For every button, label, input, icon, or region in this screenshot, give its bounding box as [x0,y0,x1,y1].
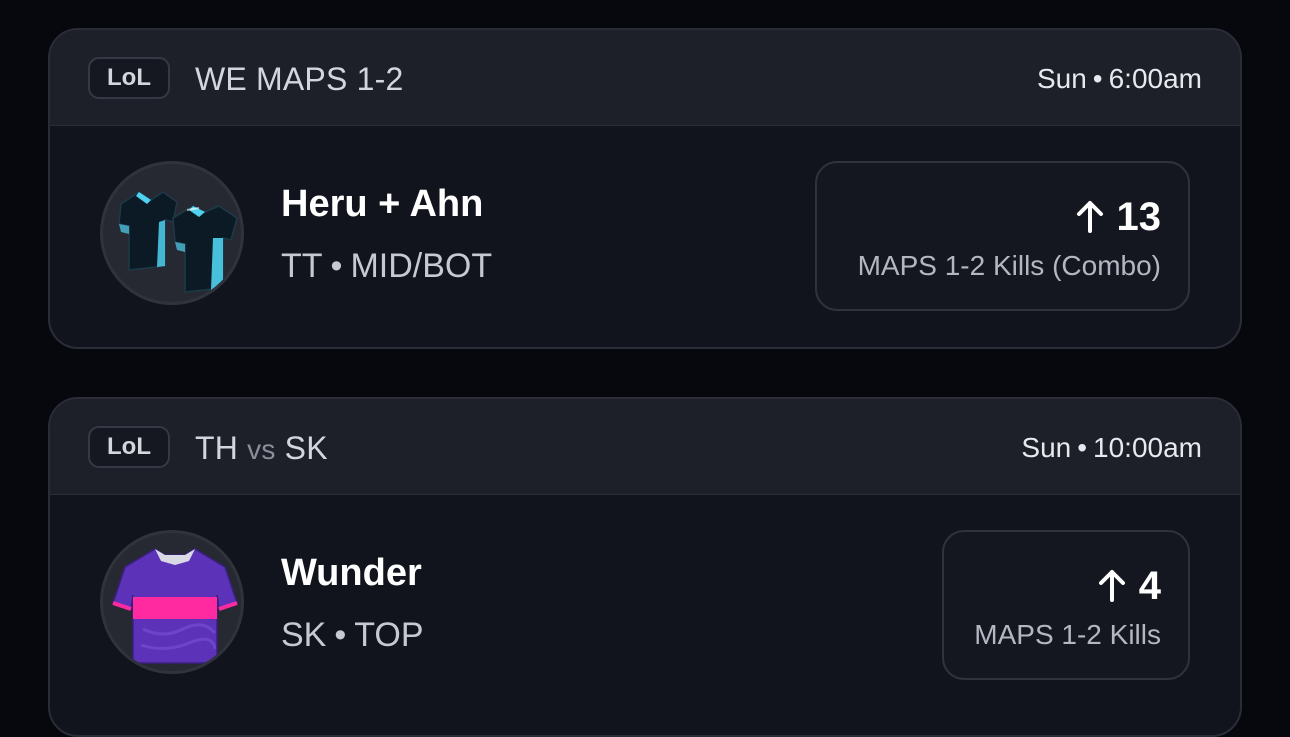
game-badge: LoL [88,57,170,99]
player-meta: TT • MID/BOT [281,245,492,287]
player-team: SK [281,616,327,654]
jersey-pair-icon [118,191,238,293]
match-day: Sun [1036,63,1087,94]
separator-dot: • [1092,63,1103,94]
player-team: TT [281,247,323,285]
match-clock: 10:00am [1093,432,1202,463]
arrow-up-icon [1098,570,1125,602]
match-title: TH vs SK [195,427,328,471]
card-header: LoL WE MAPS 1-2 Sun • 6:00am [50,30,1240,126]
jersey-icon [112,548,238,664]
player-meta: SK • TOP [281,614,424,656]
match-time: Sun • 6:00am [1037,58,1202,100]
player-name: Wunder [281,552,422,594]
line-value-row: 4 [1097,563,1161,609]
player-avatar [100,161,244,305]
separator-dot: • [334,616,347,654]
separator-dot: • [330,247,343,285]
player-position: MID/BOT [350,247,493,285]
stat-label: MAPS 1-2 Kills (Combo) [857,250,1161,281]
line-value: 13 [1116,195,1162,239]
separator-dot: • [1077,432,1088,463]
stat-label: MAPS 1-2 Kills [974,619,1161,650]
game-badge: LoL [88,426,170,468]
player-position: TOP [354,616,424,654]
player-name: Heru + Ahn [281,183,484,225]
card-header: LoL TH vs SK Sun • 10:00am [50,399,1240,495]
player-avatar [100,530,244,674]
line-value-row: 13 [1075,194,1162,240]
projection-line-button[interactable]: 4 MAPS 1-2 Kills [942,530,1190,680]
projection-card[interactable]: LoL TH vs SK Sun • 10:00am Wunder SK • TOP [48,397,1242,737]
team-b: SK [284,430,328,466]
match-time: Sun • 10:00am [1021,427,1202,469]
arrow-up-icon [1076,201,1103,233]
match-title: WE MAPS 1-2 [195,61,404,97]
line-value: 4 [1138,564,1161,608]
projection-card[interactable]: LoL WE MAPS 1-2 Sun • 6:00am Heru + Ahn TT… [48,28,1242,349]
team-a: TH [195,430,239,466]
projection-line-button[interactable]: 13 MAPS 1-2 Kills (Combo) [815,161,1190,311]
vs-label: vs [247,434,276,465]
match-day: Sun [1021,432,1072,463]
match-clock: 6:00am [1108,63,1202,94]
